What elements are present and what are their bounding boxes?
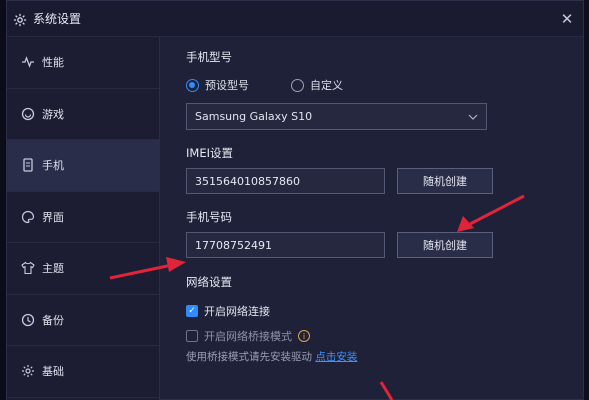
- sidebar-item-label: 游戏: [42, 107, 64, 121]
- network-hint: 使用桥接模式请先安装驱动 点击安装: [186, 349, 357, 364]
- network-enable-row: ✓ 开启网络连接: [186, 303, 270, 319]
- backup-icon: [21, 313, 35, 327]
- custom-radio-label: 自定义: [310, 79, 343, 92]
- pulse-icon: [21, 55, 35, 69]
- settings-window: 系统设置 ✕ 性能 游戏 手机 界面 主题 备份 基础 手机型号 预设型号 自定…: [6, 0, 584, 400]
- shirt-icon: [21, 261, 35, 275]
- network-enable-checkbox[interactable]: ✓: [186, 305, 198, 317]
- phone-model-radio-group: 预设型号 自定义: [186, 77, 343, 93]
- sidebar-item-backup[interactable]: 备份: [7, 295, 159, 346]
- network-hint-text: 使用桥接模式请先安装驱动: [186, 351, 312, 363]
- sidebar-item-label: 主题: [42, 262, 64, 276]
- preset-radio[interactable]: [186, 78, 199, 92]
- phone-number-title: 手机号码: [186, 210, 232, 224]
- imei-input[interactable]: 351564010857860: [186, 168, 385, 194]
- title-bar: 系统设置 ✕: [7, 1, 583, 37]
- close-icon[interactable]: ✕: [559, 11, 575, 27]
- phone-model-select-value: Samsung Galaxy S10: [195, 110, 313, 123]
- sidebar: 性能 游戏 手机 界面 主题 备份 基础: [7, 37, 160, 400]
- sidebar-item-basic[interactable]: 基础: [7, 346, 159, 398]
- sidebar-item-label: 界面: [42, 210, 64, 224]
- phone-model-title: 手机型号: [186, 50, 232, 64]
- phone-model-select[interactable]: Samsung Galaxy S10: [186, 103, 487, 130]
- sidebar-item-label: 性能: [42, 56, 64, 70]
- sidebar-item-game[interactable]: 游戏: [7, 89, 159, 140]
- gear-icon: [13, 12, 27, 26]
- network-bridge-checkbox[interactable]: [186, 330, 198, 342]
- preset-radio-label: 预设型号: [205, 79, 249, 92]
- sidebar-item-label: 基础: [42, 365, 64, 379]
- network-bridge-row: 开启网络桥接模式 i: [186, 328, 310, 344]
- sidebar-item-phone[interactable]: 手机: [7, 140, 159, 192]
- info-icon[interactable]: i: [298, 330, 310, 342]
- sidebar-item-theme[interactable]: 主题: [7, 243, 159, 295]
- sidebar-item-performance[interactable]: 性能: [7, 37, 159, 89]
- phone-icon: [21, 158, 35, 172]
- palette-icon: [21, 210, 35, 224]
- chevron-down-icon: [468, 112, 478, 122]
- imei-title: IMEI设置: [186, 146, 233, 160]
- network-enable-label: 开启网络连接: [204, 305, 270, 318]
- custom-radio[interactable]: [291, 78, 304, 92]
- settings-icon: [21, 364, 35, 378]
- phone-number-random-button[interactable]: 随机创建: [397, 232, 493, 258]
- gamepad-icon: [21, 107, 35, 121]
- install-driver-link[interactable]: 点击安装: [315, 351, 357, 363]
- network-bridge-label: 开启网络桥接模式: [204, 330, 292, 343]
- sidebar-item-label: 备份: [42, 313, 64, 327]
- sidebar-item-interface[interactable]: 界面: [7, 192, 159, 243]
- phone-number-input[interactable]: 17708752491: [186, 232, 385, 258]
- window-title: 系统设置: [33, 12, 82, 26]
- imei-random-button[interactable]: 随机创建: [397, 168, 493, 194]
- network-title: 网络设置: [186, 275, 232, 289]
- sidebar-item-label: 手机: [42, 159, 64, 173]
